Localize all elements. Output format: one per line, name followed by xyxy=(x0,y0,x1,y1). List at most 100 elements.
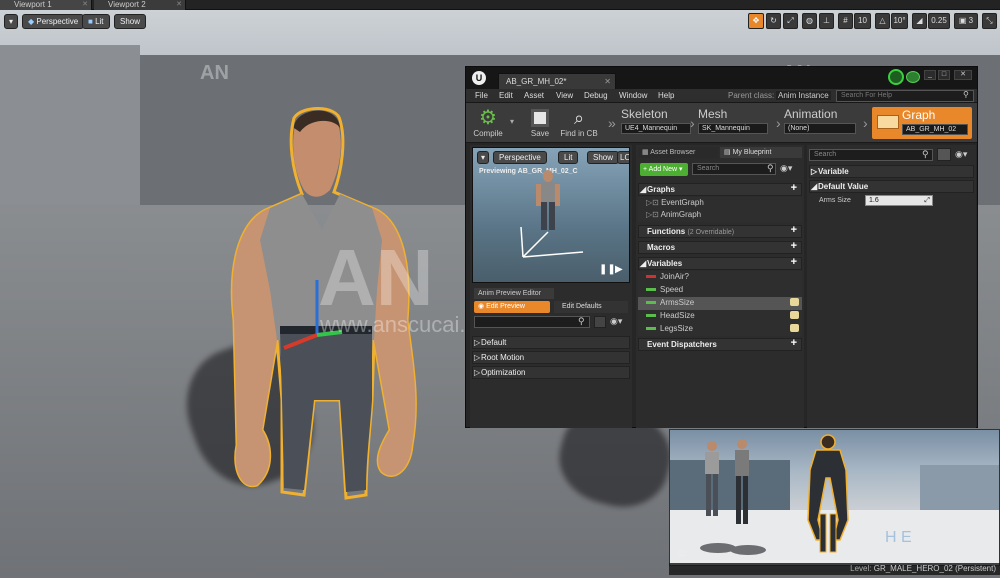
compile-button[interactable]: ⚙ Compile xyxy=(472,107,504,138)
breadcrumb-mesh[interactable]: Mesh SK_Mannequin xyxy=(698,107,768,139)
preview-lit-button[interactable]: Lit xyxy=(558,151,579,164)
arms-size-value-input[interactable]: 1.6 ⤢ xyxy=(865,195,933,206)
play-forward-icon[interactable]: ▶ xyxy=(615,264,623,275)
visibility-eye-icon[interactable] xyxy=(790,311,799,319)
perspective-button[interactable]: ◆ Perspective xyxy=(22,14,85,29)
preview-search-bar[interactable] xyxy=(474,316,590,328)
compile-options-icon[interactable]: ▾ xyxy=(510,117,514,126)
close-icon[interactable]: ✕ xyxy=(82,0,88,10)
world-space-icon[interactable]: ◍ xyxy=(802,13,817,29)
variable-item[interactable]: JoinAir? xyxy=(638,271,802,284)
anim-preview-editor-tab[interactable]: Anim Preview Editor xyxy=(474,288,554,299)
tab-viewport-1[interactable]: Viewport 1 ✕ xyxy=(0,0,92,10)
tab-viewport-2[interactable]: Viewport 2 ✕ xyxy=(94,0,186,10)
close-icon[interactable]: ✕ xyxy=(604,74,611,89)
edit-defaults-button[interactable]: Edit Defaults xyxy=(554,301,628,313)
visibility-eye-icon[interactable] xyxy=(790,298,799,306)
tab-my-blueprint[interactable]: ▤ My Blueprint xyxy=(720,147,802,158)
show-button[interactable]: Show xyxy=(114,14,147,29)
menu-edit[interactable]: Edit xyxy=(499,91,513,100)
skeleton-field[interactable]: UE4_Mannequin xyxy=(621,123,691,134)
editor-title-bar[interactable]: U AB_GR_MH_02* ✕ _ □ ✕ xyxy=(466,67,977,89)
graph-item-animgraph[interactable]: ▷⊡ AnimGraph xyxy=(638,209,802,222)
notification-icon[interactable] xyxy=(888,69,904,85)
close-icon[interactable]: ✕ xyxy=(176,0,182,10)
rotate-tool-icon[interactable]: ↻ xyxy=(766,13,781,29)
edit-preview-button[interactable]: ◉ Edit Preview xyxy=(474,301,550,313)
functions-header[interactable]: Functions (2 Overridable) + xyxy=(638,225,802,238)
level-preview-thumbnail[interactable]: H E ◫ xyxy=(669,429,1000,566)
event-dispatchers-header[interactable]: Event Dispatchers + xyxy=(638,338,802,351)
rotation-snap-icon[interactable]: △ xyxy=(875,13,890,29)
parent-class-link[interactable]: Anim Instance xyxy=(776,91,831,100)
preview-options-button[interactable]: ▾ xyxy=(477,151,489,164)
variable-item[interactable]: Speed xyxy=(638,284,802,297)
add-variable-icon[interactable]: + xyxy=(791,257,797,268)
preview-viewport[interactable]: ▾ Perspective Lit Show LO Previewing AB_… xyxy=(472,147,630,283)
add-function-icon[interactable]: + xyxy=(791,225,797,236)
blueprint-editor-window[interactable]: U AB_GR_MH_02* ✕ _ □ ✕ File Edit Asset Vi… xyxy=(465,66,978,428)
reset-icon[interactable]: ⤢ xyxy=(924,196,930,205)
find-in-cb-button[interactable]: ⌕ Find in CB xyxy=(558,107,600,138)
section-root-motion[interactable]: ▷ Root Motion xyxy=(472,351,630,364)
preview-show-button[interactable]: Show xyxy=(587,151,620,164)
translate-tool-icon[interactable]: ✥ xyxy=(748,13,764,29)
save-button[interactable]: Save xyxy=(526,107,554,138)
camera-speed-icon[interactable]: ▣ 3 xyxy=(954,13,978,29)
section-default[interactable]: ▷ Default xyxy=(472,336,630,349)
rotation-snap-value[interactable]: 10° xyxy=(891,13,908,29)
grid-snap-icon[interactable]: # xyxy=(838,13,853,29)
details-eye-icon[interactable]: ◉▾ xyxy=(955,149,967,160)
details-search-input[interactable]: Search xyxy=(809,149,933,161)
minimize-button[interactable]: _ xyxy=(924,70,936,80)
scale-snap-icon[interactable]: ◢ xyxy=(912,13,927,29)
viewport-options-button[interactable]: ▾ xyxy=(4,14,18,29)
menu-window[interactable]: Window xyxy=(619,91,647,100)
breadcrumb-graph[interactable]: Graph AB_GR_MH_02 xyxy=(872,107,972,139)
lit-button[interactable]: ■ Lit xyxy=(82,14,110,29)
menu-view[interactable]: View xyxy=(556,91,573,100)
add-graph-icon[interactable]: + xyxy=(791,183,797,194)
feedback-icon[interactable] xyxy=(906,71,920,83)
graph-field[interactable]: AB_GR_MH_02 xyxy=(902,124,968,135)
maximize-viewport-icon[interactable]: ⤡ xyxy=(982,13,997,29)
add-new-button[interactable]: + Add New ▾ xyxy=(640,163,688,176)
menu-file[interactable]: File xyxy=(475,91,488,100)
menu-help[interactable]: Help xyxy=(658,91,674,100)
variable-section[interactable]: ▷ Variable xyxy=(809,165,974,178)
breadcrumb-animation[interactable]: Animation (None) xyxy=(784,107,856,139)
preview-lod-button[interactable]: LO xyxy=(617,151,629,164)
macros-header[interactable]: Macros + xyxy=(638,241,802,254)
section-optimization[interactable]: ▷ Optimization xyxy=(472,366,630,379)
scale-snap-value[interactable]: 0.25 xyxy=(928,13,950,29)
default-value-section[interactable]: ◢ Default Value xyxy=(809,180,974,193)
details-grid-view-icon[interactable] xyxy=(937,148,951,161)
variable-item[interactable]: HeadSize xyxy=(638,310,802,323)
add-dispatcher-icon[interactable]: + xyxy=(791,338,797,349)
variable-item-selected[interactable]: ArmsSize xyxy=(638,297,802,310)
mesh-field[interactable]: SK_Mannequin xyxy=(698,123,768,134)
preview-eye-icon[interactable]: ◉▾ xyxy=(610,316,622,327)
menu-debug[interactable]: Debug xyxy=(584,91,608,100)
add-macro-icon[interactable]: + xyxy=(791,241,797,252)
document-tab[interactable]: AB_GR_MH_02* ✕ xyxy=(498,73,616,89)
preview-grid-view-icon[interactable] xyxy=(594,316,606,328)
pause-icon[interactable]: ❚❚ xyxy=(599,264,616,275)
grid-snap-value[interactable]: 10 xyxy=(854,13,871,29)
variable-item[interactable]: LegsSize xyxy=(638,323,802,336)
blueprint-search-input[interactable]: Search xyxy=(692,163,776,175)
maximize-button[interactable]: □ xyxy=(938,70,950,80)
tab-asset-browser[interactable]: ▦ Asset Browser xyxy=(638,147,718,158)
graphs-header[interactable]: ◢ Graphs + xyxy=(638,183,802,196)
surface-snap-icon[interactable]: ⊥ xyxy=(819,13,834,29)
menu-asset[interactable]: Asset xyxy=(524,91,544,100)
visibility-eye-icon[interactable] xyxy=(790,324,799,332)
close-button[interactable]: ✕ xyxy=(954,70,972,80)
search-help-input[interactable]: Search For Help xyxy=(836,90,974,102)
animation-field[interactable]: (None) xyxy=(784,123,856,134)
breadcrumb-skeleton[interactable]: Skeleton UE4_Mannequin xyxy=(621,107,691,139)
scale-tool-icon[interactable]: ⤢ xyxy=(783,13,798,29)
variables-header[interactable]: ◢ Variables + xyxy=(638,257,802,270)
view-options-icon[interactable]: ◉▾ xyxy=(780,163,792,174)
preview-perspective-button[interactable]: Perspective xyxy=(493,151,547,164)
